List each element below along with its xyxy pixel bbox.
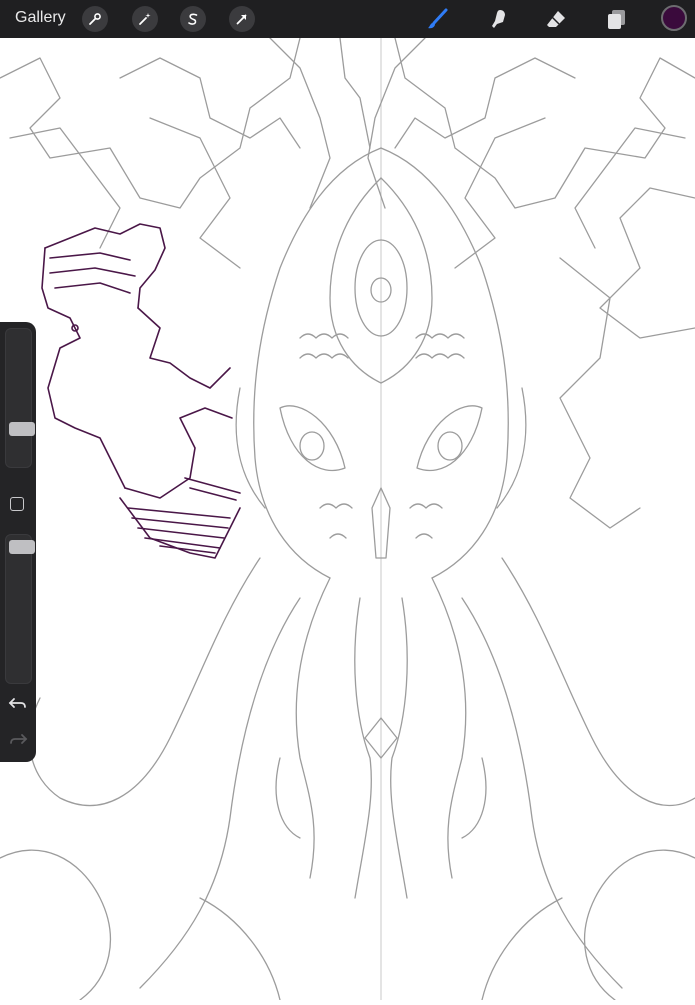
smudge-finger-icon bbox=[492, 10, 505, 28]
gallery-button[interactable]: Gallery bbox=[15, 9, 66, 27]
modify-square-icon[interactable] bbox=[10, 497, 24, 511]
redo-icon[interactable] bbox=[8, 730, 28, 748]
drawing-canvas[interactable] bbox=[0, 37, 695, 1001]
sketch-artwork bbox=[0, 37, 695, 1001]
eraser-icon bbox=[547, 11, 565, 27]
actions-button[interactable] bbox=[82, 6, 108, 32]
opacity-thumb[interactable] bbox=[9, 540, 35, 554]
brush-tool-button[interactable] bbox=[424, 5, 452, 33]
left-sidebar bbox=[0, 322, 36, 762]
color-picker-button[interactable] bbox=[661, 5, 687, 31]
magic-wand-icon bbox=[139, 13, 151, 25]
arrow-cursor-icon bbox=[236, 14, 247, 25]
wrench-icon bbox=[89, 13, 101, 25]
opacity-slider[interactable] bbox=[5, 534, 35, 684]
adjustments-button[interactable] bbox=[132, 6, 158, 32]
brush-size-thumb[interactable] bbox=[9, 422, 35, 436]
selection-button[interactable] bbox=[180, 6, 206, 32]
brush-size-slider[interactable] bbox=[5, 328, 35, 468]
undo-icon[interactable] bbox=[8, 694, 28, 712]
layers-icon bbox=[608, 10, 625, 29]
brush-icon bbox=[428, 8, 448, 29]
top-toolbar: Gallery bbox=[0, 0, 695, 38]
selection-s-icon bbox=[188, 13, 198, 25]
smudge-tool-button[interactable] bbox=[484, 5, 512, 33]
transform-button[interactable] bbox=[229, 6, 255, 32]
eraser-tool-button[interactable] bbox=[542, 5, 570, 33]
layers-button[interactable] bbox=[602, 5, 630, 33]
